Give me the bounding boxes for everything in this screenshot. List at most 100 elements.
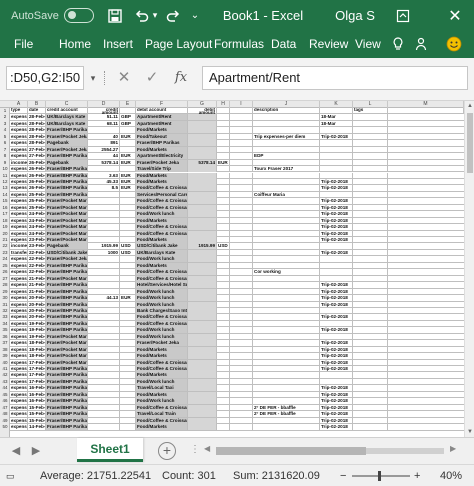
cell[interactable]: Fraser/Pocket Maria bbox=[46, 275, 88, 282]
cell[interactable] bbox=[88, 224, 120, 231]
cell[interactable] bbox=[253, 320, 320, 327]
cell[interactable] bbox=[217, 114, 230, 121]
cell[interactable]: expense bbox=[10, 417, 28, 424]
cell[interactable]: expense bbox=[10, 204, 28, 211]
next-sheet-icon[interactable]: ▶ bbox=[28, 438, 44, 465]
cell[interactable]: Food/Markets bbox=[136, 217, 188, 224]
column-header-g[interactable]: G bbox=[188, 101, 217, 108]
cell[interactable] bbox=[217, 224, 230, 231]
cell[interactable] bbox=[188, 353, 217, 360]
cell[interactable] bbox=[88, 346, 120, 353]
formula-bar-divider[interactable] bbox=[104, 71, 106, 85]
cell[interactable]: 17-Feb-2018 bbox=[28, 372, 46, 379]
cell[interactable]: Apartment/Rent bbox=[136, 114, 188, 121]
cell[interactable] bbox=[230, 385, 253, 392]
cell[interactable] bbox=[188, 282, 217, 289]
header-cell[interactable]: description bbox=[253, 108, 320, 114]
cell[interactable] bbox=[120, 224, 136, 231]
cell[interactable]: Trip-02-2018 bbox=[320, 230, 353, 237]
cell[interactable]: expense bbox=[10, 262, 28, 269]
cell[interactable] bbox=[120, 378, 136, 385]
cell[interactable]: EUR bbox=[120, 178, 136, 185]
cell[interactable]: expense bbox=[10, 404, 28, 411]
scroll-left-icon[interactable]: ◀ bbox=[204, 444, 210, 453]
user-name[interactable]: Olga S bbox=[326, 0, 384, 31]
cell[interactable] bbox=[320, 378, 353, 385]
cell[interactable] bbox=[230, 404, 253, 411]
cell[interactable]: Food/Takeout bbox=[136, 133, 188, 140]
cell[interactable] bbox=[230, 224, 253, 231]
cell[interactable]: 26-Feb-2018 bbox=[28, 159, 46, 166]
cell[interactable]: Food/Coffee & Croissant bbox=[136, 366, 188, 373]
cell[interactable]: UK/Barclays Kate bbox=[46, 120, 88, 127]
cell[interactable] bbox=[120, 424, 136, 431]
cell[interactable]: Cor working bbox=[253, 269, 320, 276]
cell[interactable] bbox=[217, 353, 230, 360]
cell[interactable] bbox=[230, 153, 253, 160]
cell[interactable] bbox=[353, 114, 388, 121]
cell[interactable] bbox=[253, 307, 320, 314]
cell[interactable]: income bbox=[10, 159, 28, 166]
cell[interactable]: Trip-02-2018 bbox=[320, 404, 353, 411]
cell[interactable]: Fraser/Pocket Maria bbox=[46, 359, 88, 366]
cell[interactable]: 17-Feb-2018 bbox=[28, 378, 46, 385]
cell[interactable]: expense bbox=[10, 385, 28, 392]
cell[interactable] bbox=[120, 307, 136, 314]
cell[interactable]: Fraser/BHP Parikas bbox=[46, 295, 88, 302]
cell[interactable]: expense bbox=[10, 275, 28, 282]
cell[interactable]: 15-Feb-2018 bbox=[28, 417, 46, 424]
cell[interactable]: Travel/Local Train bbox=[136, 411, 188, 418]
cell[interactable]: Trip-02-2018 bbox=[320, 366, 353, 373]
cell[interactable]: Tourx Fraser 2017 bbox=[253, 166, 320, 173]
cell[interactable]: Trip-02-2018 bbox=[320, 185, 353, 192]
cell[interactable] bbox=[230, 211, 253, 218]
cell[interactable]: 20-Feb-2018 bbox=[28, 314, 46, 321]
cell[interactable]: EUR bbox=[120, 295, 136, 302]
cell[interactable] bbox=[217, 398, 230, 405]
column-header-l[interactable]: L bbox=[353, 101, 388, 108]
cell[interactable] bbox=[230, 230, 253, 237]
cell[interactable] bbox=[253, 178, 320, 185]
cell[interactable]: expense bbox=[10, 372, 28, 379]
cell[interactable]: expense bbox=[10, 269, 28, 276]
cell[interactable]: Coiffeur Maria bbox=[253, 191, 320, 198]
cell[interactable] bbox=[230, 333, 253, 340]
cell[interactable]: expense bbox=[10, 327, 28, 334]
cell[interactable] bbox=[253, 340, 320, 347]
cell[interactable]: expense bbox=[10, 398, 28, 405]
cell[interactable] bbox=[253, 366, 320, 373]
cell[interactable]: Fraser/Pocket Maria bbox=[46, 204, 88, 211]
cell[interactable] bbox=[320, 256, 353, 263]
cell[interactable]: Trip-02-2018 bbox=[320, 217, 353, 224]
cell[interactable] bbox=[188, 340, 217, 347]
cell[interactable] bbox=[253, 172, 320, 179]
cell[interactable] bbox=[353, 424, 388, 431]
cell[interactable]: Fraser/BHP Parikas bbox=[46, 378, 88, 385]
cell[interactable]: Trip-02-2018 bbox=[320, 398, 353, 405]
cell[interactable] bbox=[217, 275, 230, 282]
cell[interactable]: expense bbox=[10, 301, 28, 308]
cell[interactable] bbox=[120, 301, 136, 308]
cell[interactable]: USD bbox=[120, 249, 136, 256]
cell[interactable] bbox=[188, 275, 217, 282]
cell[interactable]: expense bbox=[10, 153, 28, 160]
lightbulb-icon[interactable] bbox=[389, 31, 407, 58]
cell[interactable]: 15-Feb-2018 bbox=[28, 404, 46, 411]
column-header-a[interactable]: A bbox=[10, 101, 28, 108]
cell[interactable] bbox=[230, 217, 253, 224]
cell[interactable] bbox=[217, 378, 230, 385]
cell[interactable] bbox=[253, 288, 320, 295]
cell[interactable] bbox=[88, 327, 120, 334]
cell[interactable] bbox=[230, 237, 253, 244]
cell[interactable]: expense bbox=[10, 140, 28, 147]
cell[interactable] bbox=[217, 153, 230, 160]
cell[interactable]: Fraser/Pocket Maria bbox=[46, 198, 88, 205]
cell[interactable] bbox=[217, 320, 230, 327]
cell[interactable] bbox=[353, 320, 388, 327]
cell[interactable] bbox=[353, 140, 388, 147]
cell[interactable] bbox=[353, 172, 388, 179]
cell[interactable]: Food/Markets bbox=[136, 172, 188, 179]
cell[interactable] bbox=[188, 372, 217, 379]
cell[interactable]: expense bbox=[10, 295, 28, 302]
cell[interactable] bbox=[230, 288, 253, 295]
